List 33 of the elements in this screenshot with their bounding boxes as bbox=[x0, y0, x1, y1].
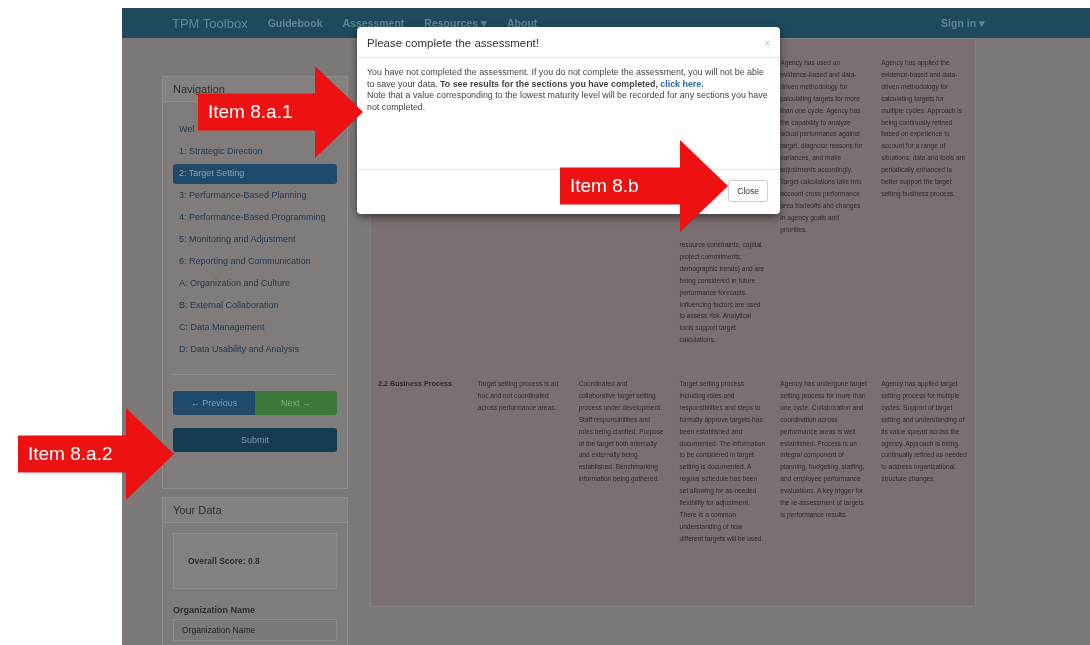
navigation-item[interactable]: 4: Performance-Based Programming bbox=[173, 208, 332, 228]
callout-label: Item 8.a.2 bbox=[28, 443, 113, 465]
panel-heading: Your Data bbox=[163, 498, 347, 523]
results-link[interactable]: click here. bbox=[660, 78, 704, 89]
next-button[interactable]: Next → bbox=[255, 391, 337, 415]
overall-score: Overall Score: 0.8 bbox=[188, 556, 260, 566]
close-button[interactable]: Close bbox=[728, 180, 768, 202]
organization-name-field[interactable]: Organization Name bbox=[173, 619, 337, 641]
modal-title: Please complete the assessment! bbox=[367, 37, 539, 49]
previous-button[interactable]: ← Previous bbox=[173, 391, 255, 415]
navigation-item[interactable]: A: Organization and Culture bbox=[173, 274, 297, 294]
navigation-item[interactable]: 5: Monitoring and Adjustment bbox=[173, 230, 302, 250]
navigation-item[interactable]: B: External Collaboration bbox=[173, 296, 285, 316]
modal-note: Note that a value corresponding to the lowest maturity level will be recorded for any sections you have not completed. bbox=[367, 90, 769, 113]
nav-link[interactable]: Assessment bbox=[342, 17, 405, 29]
callout-label: Item 8.a.1 bbox=[208, 101, 293, 123]
submit-button[interactable]: Submit bbox=[173, 428, 337, 452]
nav-link[interactable]: Guidebook bbox=[267, 17, 323, 29]
nav-link[interactable]: About bbox=[507, 17, 538, 29]
navigation-item[interactable]: 1: Strategic Direction bbox=[173, 142, 269, 162]
navigation-item[interactable]: 2: Target Setting bbox=[173, 164, 337, 184]
sign-in-link[interactable]: Sign in ▾ bbox=[941, 17, 985, 29]
navigation-item[interactable]: D: Data Usability and Analysis bbox=[173, 340, 306, 360]
close-icon[interactable]: × bbox=[764, 37, 770, 49]
navigation-item[interactable]: 3: Performance-Based Planning bbox=[173, 186, 313, 206]
modal-message: You have not completed the assessment. If you do not complete the assessment, you will not be able to save your data. To see results for the sections you have completed, click here. bbox=[367, 67, 765, 90]
callout-label: Item 8.b bbox=[570, 175, 639, 197]
nav-link[interactable]: Resources ▾ bbox=[424, 17, 487, 29]
navigation-item[interactable]: 6: Reporting and Communication bbox=[173, 252, 317, 272]
field-label: Organization Name bbox=[173, 605, 256, 615]
navigation-item[interactable]: C: Data Management bbox=[173, 318, 271, 338]
navigation-item[interactable]: Wel bbox=[173, 120, 201, 140]
brand-link[interactable]: TPM Toolbox bbox=[172, 15, 248, 31]
